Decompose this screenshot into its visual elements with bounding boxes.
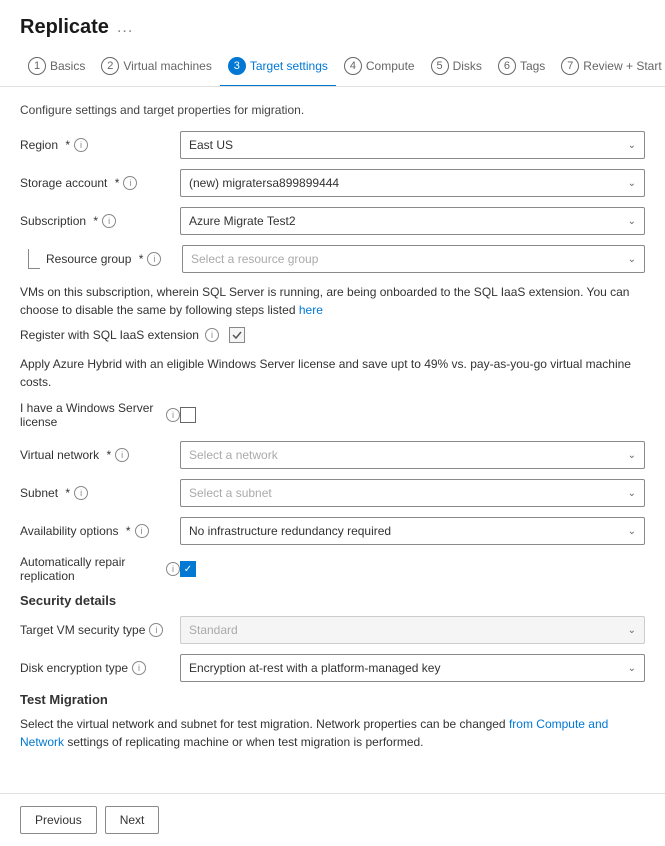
page-dots: ... bbox=[117, 19, 133, 37]
subnet-row: Subnet * i Select a subnet ⌄ bbox=[20, 479, 645, 507]
wizard-step-tags[interactable]: 6 Tags bbox=[490, 47, 553, 87]
page-header: Replicate ... bbox=[0, 0, 665, 47]
virtual-network-row: Virtual network * i Select a network ⌄ bbox=[20, 441, 645, 469]
wizard-step-target-settings[interactable]: 3 Target settings bbox=[220, 47, 336, 87]
disk-encryption-info-icon[interactable]: i bbox=[132, 661, 146, 675]
disk-encryption-label: Disk encryption type i bbox=[20, 661, 180, 675]
availability-label: Availability options * i bbox=[20, 524, 180, 538]
security-title: Security details bbox=[20, 593, 645, 608]
region-info-icon[interactable]: i bbox=[74, 138, 88, 152]
auto-repair-row: Automatically repair replication i bbox=[20, 555, 645, 583]
auto-repair-info-icon[interactable]: i bbox=[166, 562, 180, 576]
resource-group-chevron-icon: ⌄ bbox=[628, 254, 636, 265]
resource-group-row: Resource group * i Select a resource gro… bbox=[20, 245, 645, 273]
target-vm-security-info-icon[interactable]: i bbox=[149, 623, 163, 637]
previous-button[interactable]: Previous bbox=[20, 806, 97, 834]
step-num-5: 5 bbox=[431, 57, 449, 75]
wizard-steps: 1 Basics 2 Virtual machines 3 Target set… bbox=[0, 47, 665, 87]
virtual-network-chevron-icon: ⌄ bbox=[628, 450, 636, 461]
register-sql-label: Register with SQL IaaS extension bbox=[20, 328, 199, 342]
test-migration-title: Test Migration bbox=[20, 692, 645, 707]
wizard-step-compute[interactable]: 4 Compute bbox=[336, 47, 423, 87]
auto-repair-checkbox[interactable] bbox=[180, 561, 196, 577]
subscription-row: Subscription * i Azure Migrate Test2 ⌄ bbox=[20, 207, 645, 235]
resource-group-connector bbox=[28, 249, 40, 269]
region-label: Region * i bbox=[20, 138, 180, 152]
target-vm-security-label: Target VM security type i bbox=[20, 623, 180, 637]
availability-info-icon[interactable]: i bbox=[135, 524, 149, 538]
storage-chevron-icon: ⌄ bbox=[628, 178, 636, 189]
target-vm-security-chevron-icon: ⌄ bbox=[628, 625, 636, 636]
windows-license-row: I have a Windows Server license i bbox=[20, 401, 645, 429]
step-num-1: 1 bbox=[28, 57, 46, 75]
step-label-3: Target settings bbox=[250, 59, 328, 73]
register-sql-info-icon[interactable]: i bbox=[205, 328, 219, 342]
storage-account-label: Storage account * i bbox=[20, 176, 180, 190]
resource-group-dropdown[interactable]: Select a resource group ⌄ bbox=[182, 245, 645, 273]
availability-chevron-icon: ⌄ bbox=[628, 526, 636, 537]
target-vm-security-row: Target VM security type i Standard ⌄ bbox=[20, 616, 645, 644]
subscription-dropdown[interactable]: Azure Migrate Test2 ⌄ bbox=[180, 207, 645, 235]
wizard-step-review[interactable]: 7 Review + Start replication bbox=[553, 47, 665, 87]
subnet-chevron-icon: ⌄ bbox=[628, 488, 636, 499]
virtual-network-dropdown[interactable]: Select a network ⌄ bbox=[180, 441, 645, 469]
step-num-7: 7 bbox=[561, 57, 579, 75]
virtual-network-info-icon[interactable]: i bbox=[115, 448, 129, 462]
step-label-5: Disks bbox=[453, 59, 482, 73]
region-chevron-icon: ⌄ bbox=[628, 140, 636, 151]
auto-repair-label: Automatically repair replication i bbox=[20, 555, 180, 583]
disk-encryption-chevron-icon: ⌄ bbox=[628, 663, 636, 674]
main-content: Configure settings and target properties… bbox=[0, 87, 665, 783]
storage-account-dropdown[interactable]: (new) migratersa899899444 ⌄ bbox=[180, 169, 645, 197]
step-label-1: Basics bbox=[50, 59, 85, 73]
windows-license-checkbox[interactable] bbox=[180, 407, 196, 423]
subscription-info-icon[interactable]: i bbox=[102, 214, 116, 228]
wizard-step-basics[interactable]: 1 Basics bbox=[20, 47, 93, 87]
apply-azure-text: Apply Azure Hybrid with an eligible Wind… bbox=[20, 355, 645, 391]
step-label-6: Tags bbox=[520, 59, 545, 73]
section-description: Configure settings and target properties… bbox=[20, 103, 645, 117]
disk-encryption-dropdown[interactable]: Encryption at-rest with a platform-manag… bbox=[180, 654, 645, 682]
region-dropdown[interactable]: East US ⌄ bbox=[180, 131, 645, 159]
resource-group-info-icon[interactable]: i bbox=[147, 252, 161, 266]
subnet-dropdown[interactable]: Select a subnet ⌄ bbox=[180, 479, 645, 507]
sql-link[interactable]: here bbox=[299, 303, 323, 317]
subscription-label: Subscription * i bbox=[20, 214, 180, 228]
step-num-2: 2 bbox=[101, 57, 119, 75]
page-title: Replicate bbox=[20, 16, 109, 39]
windows-license-label: I have a Windows Server license i bbox=[20, 401, 180, 429]
storage-account-row: Storage account * i (new) migratersa8998… bbox=[20, 169, 645, 197]
register-sql-checkbox[interactable] bbox=[229, 327, 245, 343]
step-num-4: 4 bbox=[344, 57, 362, 75]
bottom-buttons: Previous Next bbox=[0, 793, 665, 846]
wizard-step-disks[interactable]: 5 Disks bbox=[423, 47, 490, 87]
from-compute-link[interactable]: from Compute and Network bbox=[20, 717, 608, 749]
region-row: Region * i East US ⌄ bbox=[20, 131, 645, 159]
step-label-2: Virtual machines bbox=[123, 59, 212, 73]
wizard-step-virtual-machines[interactable]: 2 Virtual machines bbox=[93, 47, 220, 87]
subnet-info-icon[interactable]: i bbox=[74, 486, 88, 500]
storage-info-icon[interactable]: i bbox=[123, 176, 137, 190]
step-num-6: 6 bbox=[498, 57, 516, 75]
register-sql-row: Register with SQL IaaS extension i bbox=[20, 327, 645, 343]
test-migration-desc: Select the virtual network and subnet fo… bbox=[20, 715, 645, 751]
step-label-7: Review + Start replication bbox=[583, 59, 665, 73]
windows-license-info-icon[interactable]: i bbox=[166, 408, 180, 422]
sql-info-box: VMs on this subscription, wherein SQL Se… bbox=[20, 283, 645, 319]
target-vm-security-dropdown[interactable]: Standard ⌄ bbox=[180, 616, 645, 644]
virtual-network-label: Virtual network * i bbox=[20, 448, 180, 462]
step-label-4: Compute bbox=[366, 59, 415, 73]
resource-group-label: Resource group * i bbox=[40, 252, 182, 266]
subnet-label: Subnet * i bbox=[20, 486, 180, 500]
availability-dropdown[interactable]: No infrastructure redundancy required ⌄ bbox=[180, 517, 645, 545]
subscription-chevron-icon: ⌄ bbox=[628, 216, 636, 227]
next-button[interactable]: Next bbox=[105, 806, 160, 834]
step-num-3: 3 bbox=[228, 57, 246, 75]
disk-encryption-row: Disk encryption type i Encryption at-res… bbox=[20, 654, 645, 682]
availability-row: Availability options * i No infrastructu… bbox=[20, 517, 645, 545]
